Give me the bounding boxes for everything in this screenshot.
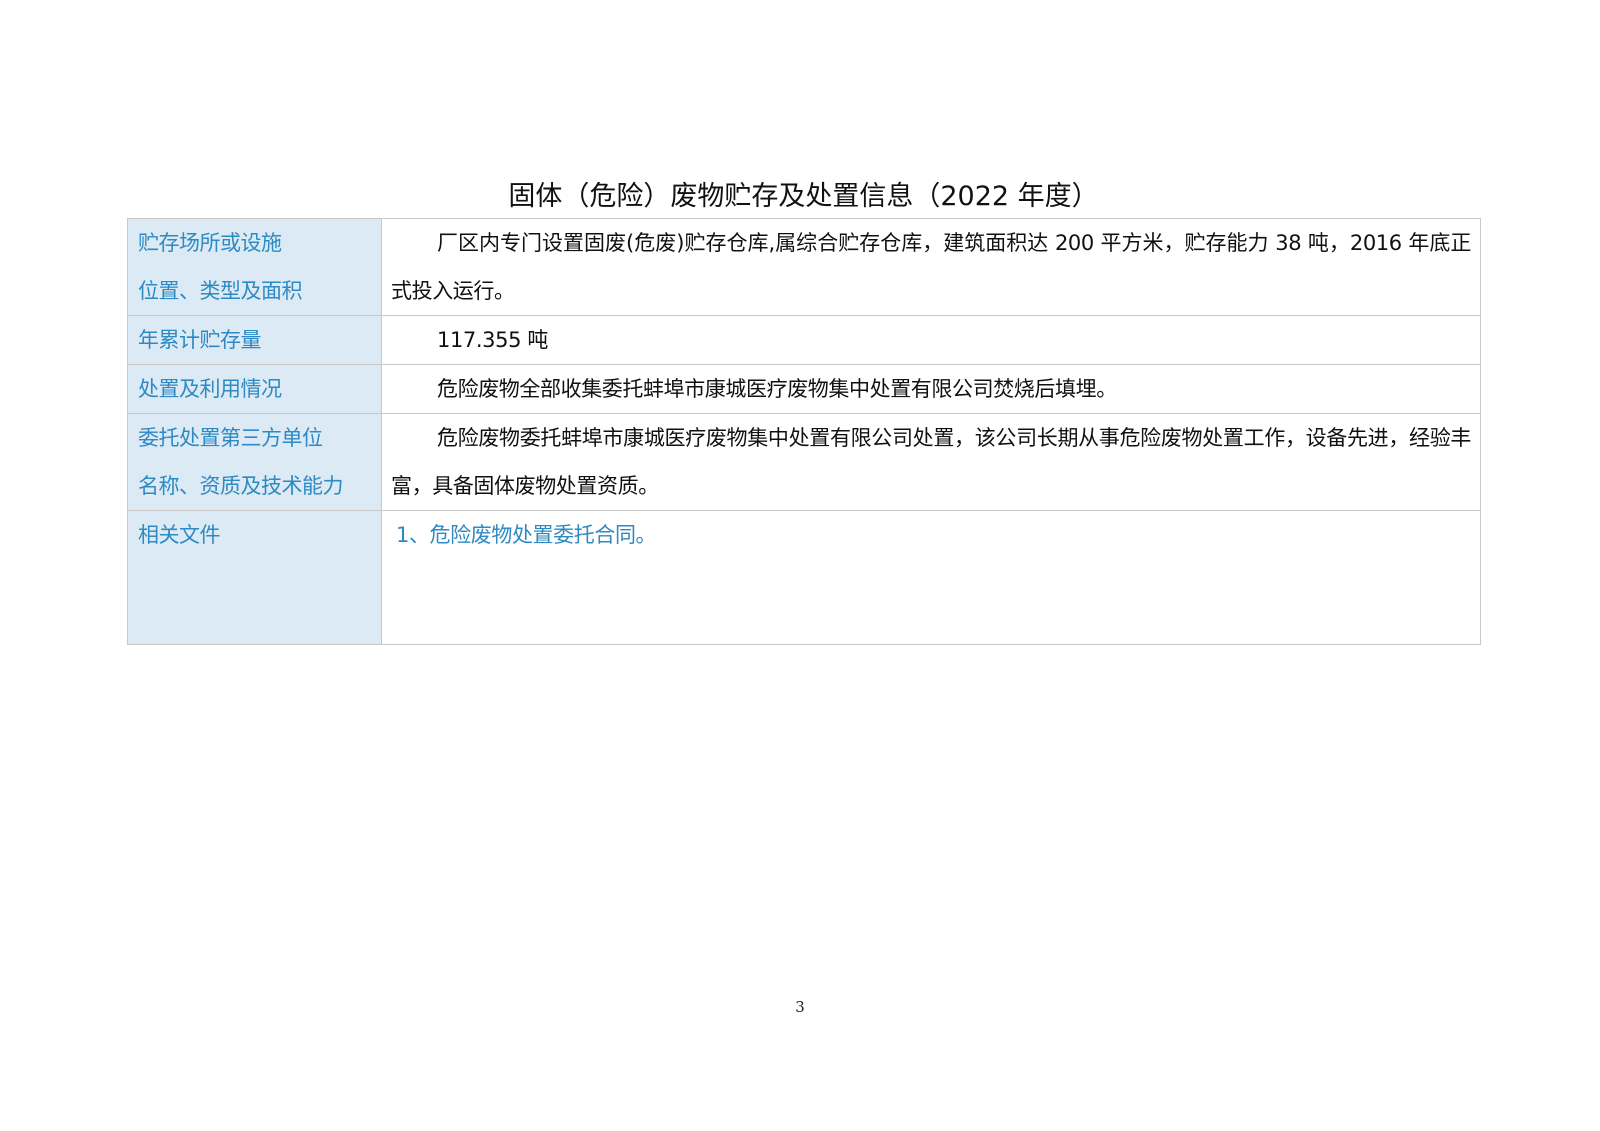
row-value-third-party: 危险废物委托蚌埠市康城医疗废物集中处置有限公司处置，该公司长期从事危险废物处置工… xyxy=(381,413,1481,511)
row-label-disposal-usage: 处置及利用情况 xyxy=(127,364,382,414)
waste-info-table: 贮存场所或设施 位置、类型及面积 厂区内专门设置固废(危废)贮存仓库,属综合贮存… xyxy=(127,218,1481,645)
row-label-third-party: 委托处置第三方单位 名称、资质及技术能力 xyxy=(127,413,382,511)
row-label-related-docs: 相关文件 xyxy=(127,510,382,645)
row-value-storage-location: 厂区内专门设置固废(危废)贮存仓库,属综合贮存仓库，建筑面积达 200 平方米，… xyxy=(381,218,1481,316)
table-row-disposal-usage: 处置及利用情况 危险废物全部收集委托蚌埠市康城医疗废物集中处置有限公司焚烧后填埋… xyxy=(127,364,1481,414)
table-row-storage-location: 贮存场所或设施 位置、类型及面积 厂区内专门设置固废(危废)贮存仓库,属综合贮存… xyxy=(127,218,1481,316)
table-row-third-party: 委托处置第三方单位 名称、资质及技术能力 危险废物委托蚌埠市康城医疗废物集中处置… xyxy=(127,413,1481,511)
row-label-storage-location: 贮存场所或设施 位置、类型及面积 xyxy=(127,218,382,316)
row-value-disposal-usage: 危险废物全部收集委托蚌埠市康城医疗废物集中处置有限公司焚烧后填埋。 xyxy=(381,364,1481,414)
row-label-annual-storage: 年累计贮存量 xyxy=(127,315,382,365)
table-row-related-docs: 相关文件 1、危险废物处置委托合同。 xyxy=(127,510,1481,645)
row-value-annual-storage: 117.355 吨 xyxy=(381,315,1481,365)
row-value-related-docs: 1、危险废物处置委托合同。 xyxy=(381,510,1481,645)
page-number: 3 xyxy=(795,998,805,1016)
related-document-link[interactable]: 1、危险废物处置委托合同。 xyxy=(391,523,657,547)
document-title: 固体（危险）废物贮存及处置信息（2022 年度） xyxy=(508,181,1099,212)
table-row-annual-storage: 年累计贮存量 117.355 吨 xyxy=(127,315,1481,365)
